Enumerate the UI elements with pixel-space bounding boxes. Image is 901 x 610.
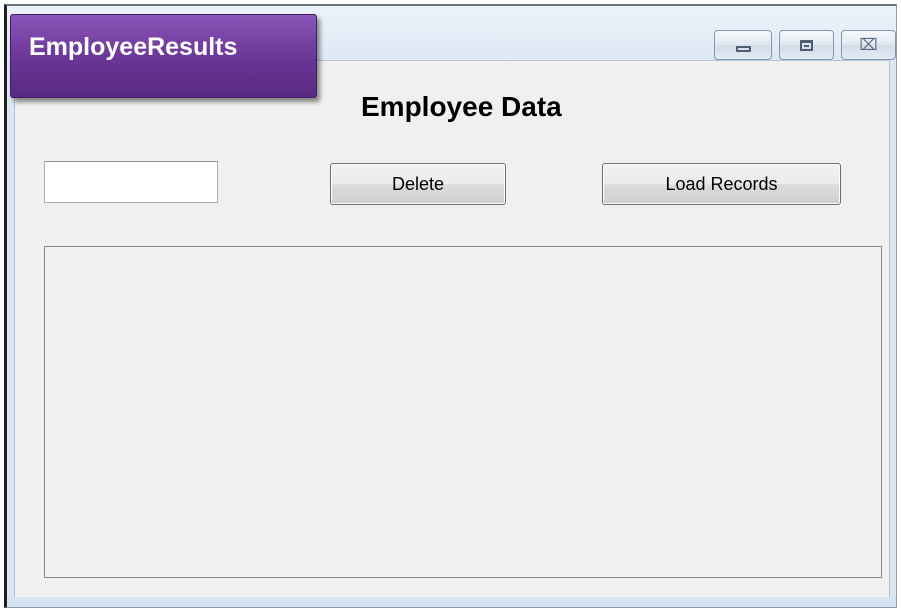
close-icon: ⌧: [859, 35, 878, 54]
window-bottom-border: [7, 597, 896, 607]
window-title: EmployeeResults: [29, 33, 238, 61]
page-title: Employee Data: [361, 91, 562, 122]
load-records-button[interactable]: Load Records: [602, 163, 841, 205]
maximize-icon: [800, 39, 813, 51]
window-title-badge: EmployeeResults: [10, 14, 317, 98]
minimize-button[interactable]: [714, 30, 772, 60]
delete-button[interactable]: Delete: [330, 163, 506, 205]
close-button[interactable]: ⌧: [841, 30, 896, 60]
employee-id-input[interactable]: [44, 161, 218, 203]
caption-buttons: ⌧: [714, 30, 896, 60]
minimize-icon: [735, 45, 751, 52]
maximize-button[interactable]: [779, 30, 834, 60]
records-list[interactable]: [44, 246, 882, 578]
client-area: Employee Data Delete Load Records: [14, 60, 890, 600]
